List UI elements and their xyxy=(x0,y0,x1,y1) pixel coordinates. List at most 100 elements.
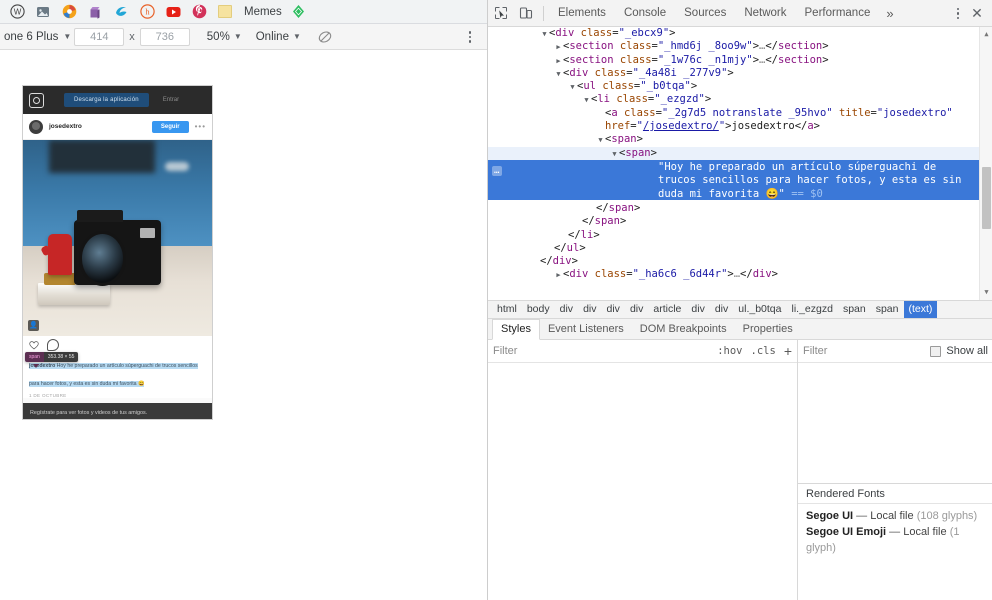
dom-line[interactable]: <section class="_1w76c _n1mjy">…</sectio… xyxy=(488,54,980,67)
dom-line[interactable]: <a class="_2g7d5 notranslate _95hvo" tit… xyxy=(488,107,980,120)
breadcrumb-item-span-2[interactable]: span xyxy=(871,301,904,318)
devtools-tabbar: Elements Console Sources Network Perform… xyxy=(488,0,992,27)
scroll-down-icon[interactable]: ▼ xyxy=(980,286,992,299)
devtools-more-icon[interactable] xyxy=(950,0,966,27)
signup-footer-text: Regístrate para ver fotos y videos de tu… xyxy=(30,410,148,416)
dom-line[interactable]: </div> xyxy=(488,255,980,268)
scroll-up-icon[interactable]: ▲ xyxy=(980,28,992,41)
breadcrumb-item-div-2[interactable]: div xyxy=(578,301,601,318)
dom-line[interactable]: </span> xyxy=(488,215,980,228)
breadcrumb-item-div-3[interactable]: div xyxy=(602,301,625,318)
bookmark-icon-youtube[interactable] xyxy=(160,0,186,24)
tab-elements[interactable]: Elements xyxy=(549,0,615,27)
tabs-overflow-icon[interactable]: » xyxy=(879,0,900,27)
dom-line[interactable]: <ul class="_b0tqa"> xyxy=(488,80,980,93)
bookmark-icon-workplace[interactable]: W xyxy=(4,0,30,24)
follow-button[interactable]: Seguir xyxy=(151,120,189,133)
dom-line[interactable]: <span> xyxy=(488,146,980,160)
device-viewport: Descarga la aplicación Entrar josedextro… xyxy=(0,50,487,600)
styles-filter-input[interactable]: Filter xyxy=(493,345,717,357)
rendered-font-source: Local file xyxy=(870,510,914,522)
network-throttling-label: Online xyxy=(255,30,289,43)
bookmark-icon-hootsuite[interactable]: h xyxy=(134,0,160,24)
breadcrumb-item-div-1[interactable]: div xyxy=(555,301,578,318)
toggle-device-toolbar-icon[interactable] xyxy=(513,0,538,27)
download-app-button[interactable]: Descarga la aplicación xyxy=(64,93,149,107)
breadcrumb-item-html[interactable]: html xyxy=(492,301,522,318)
breadcrumb-item-article[interactable]: article xyxy=(648,301,686,318)
dom-scrollbar-thumb[interactable] xyxy=(982,167,991,229)
rendered-font-entry: Segoe UI — Local file (108 glyphs) xyxy=(806,508,986,524)
bookmark-icon-orange-circle[interactable] xyxy=(56,0,82,24)
tab-sources[interactable]: Sources xyxy=(675,0,735,27)
bookmark-icon-photos[interactable] xyxy=(30,0,56,24)
dom-line[interactable]: <div class="_ha6c6 _6d44r">…</div> xyxy=(488,268,980,281)
tab-console[interactable]: Console xyxy=(615,0,675,27)
node-overflow-dots[interactable]: … xyxy=(492,164,503,177)
breadcrumb-item-body[interactable]: body xyxy=(522,301,555,318)
new-style-rule-button[interactable]: + xyxy=(784,344,792,358)
breadcrumb-item-ul[interactable]: ul._b0tqa xyxy=(733,301,786,318)
device-selector[interactable]: one 6 Plus ▼ xyxy=(4,31,71,43)
styles-sidebar-tabs: Styles Event Listeners DOM Breakpoints P… xyxy=(488,318,992,340)
breadcrumb-item-div-4[interactable]: div xyxy=(625,301,648,318)
device-height-input[interactable]: 736 xyxy=(139,27,190,46)
styles-filter-bar: Filter :hov .cls + xyxy=(488,340,797,363)
show-all-checkbox[interactable] xyxy=(930,345,942,357)
inspect-badge: span 353.38 × 55 xyxy=(25,352,79,362)
inspect-element-icon[interactable] xyxy=(488,0,513,27)
bookmark-icon-blue-swirl[interactable] xyxy=(108,0,134,24)
login-link[interactable]: Entrar xyxy=(163,97,179,103)
bookmark-icon-pinterest[interactable] xyxy=(186,0,212,24)
no-throttling-icon[interactable] xyxy=(317,29,333,45)
devtools-screenshot: W h Memes one 6 Plus ▼ 414 x 736 50% ▼ O… xyxy=(0,0,992,600)
device-toolbar-more-icon[interactable] xyxy=(463,29,477,45)
tab-network[interactable]: Network xyxy=(735,0,795,27)
comment-bubble-icon[interactable] xyxy=(47,339,59,351)
dom-line[interactable]: <li class="_ezgzd"> xyxy=(488,93,980,106)
post-username[interactable]: josedextro xyxy=(49,123,82,130)
tab-event-listeners[interactable]: Event Listeners xyxy=(540,319,632,340)
bookmark-folder-icon[interactable] xyxy=(212,0,238,24)
tab-properties[interactable]: Properties xyxy=(735,319,801,340)
bookmark-memes[interactable]: Memes xyxy=(240,0,286,24)
dom-line[interactable]: <section class="_hmd6j _8oo9w">…</sectio… xyxy=(488,40,980,53)
breadcrumb-item-div-5[interactable]: div xyxy=(686,301,709,318)
rendered-font-dash: — xyxy=(856,510,868,522)
breadcrumb-item-span-1[interactable]: span xyxy=(838,301,871,318)
styles-pane-body xyxy=(488,363,797,600)
dom-line[interactable]: href="/josedextro/">josedextro</a> xyxy=(488,120,980,133)
dom-line[interactable]: </li> xyxy=(488,229,980,242)
avatar[interactable] xyxy=(29,119,43,134)
zoom-selector[interactable]: 50% ▼ xyxy=(207,31,242,43)
dom-line[interactable]: </ul> xyxy=(488,242,980,255)
heart-icon[interactable] xyxy=(29,340,39,350)
post-more-icon[interactable]: ••• xyxy=(195,122,206,131)
dom-tree[interactable]: <div class="_ebcx9"> <section class="_hm… xyxy=(488,27,992,300)
dom-line[interactable]: <span> xyxy=(488,133,980,146)
device-width-input[interactable]: 414 xyxy=(74,27,125,46)
hov-toggle[interactable]: :hov xyxy=(717,345,742,357)
tab-dom-breakpoints[interactable]: DOM Breakpoints xyxy=(632,319,735,340)
computed-filter-bar: Filter Show all xyxy=(798,340,992,363)
breadcrumb-item-li[interactable]: li._ezgzd xyxy=(786,301,837,318)
dom-scrollbar[interactable]: ▲ ▼ xyxy=(979,27,992,300)
tab-performance[interactable]: Performance xyxy=(796,0,880,27)
breadcrumb-item-text[interactable]: (text) xyxy=(903,301,938,318)
chevron-down-icon: ▼ xyxy=(233,31,242,41)
post-photo: 👤 xyxy=(23,140,212,336)
cls-toggle[interactable]: .cls xyxy=(751,345,776,357)
breadcrumb-item-div-6[interactable]: div xyxy=(710,301,733,318)
bookmark-icon-purple-bag[interactable] xyxy=(82,0,108,24)
dom-line[interactable]: <div class="_ebcx9"> xyxy=(488,27,980,40)
network-throttling-selector[interactable]: Online ▼ xyxy=(256,31,301,43)
tag-people-icon[interactable]: 👤 xyxy=(28,320,39,331)
tab-styles[interactable]: Styles xyxy=(492,318,540,340)
show-all-label[interactable]: Show all xyxy=(946,345,988,357)
dom-line[interactable]: </span> xyxy=(488,202,980,215)
computed-filter-input[interactable]: Filter xyxy=(803,345,930,357)
dom-line[interactable]: <div class="_4a48i _277v9"> xyxy=(488,67,980,80)
rendered-font-name: Segoe UI xyxy=(806,510,854,522)
evernote-icon[interactable] xyxy=(286,0,312,24)
close-icon[interactable]: ✕ xyxy=(966,0,988,27)
